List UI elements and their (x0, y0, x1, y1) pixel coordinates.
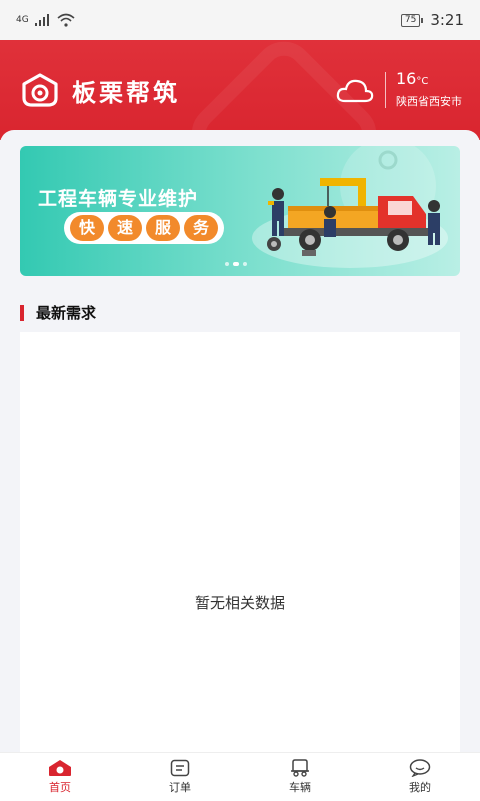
app-header: 板栗帮筑 16°C 陕西省西安市 (0, 40, 480, 140)
logo-icon (22, 73, 58, 107)
tab-orders[interactable]: 订单 (120, 753, 240, 801)
section-header: 最新需求 (20, 302, 96, 323)
wifi-icon (57, 13, 75, 27)
content-sheet: 工程车辆专业维护 快 速 服 务 最新需求 暂无相关数据 (0, 130, 480, 752)
banner-char: 务 (184, 215, 218, 241)
signal-icon (34, 14, 49, 26)
app-logo: 板栗帮筑 (20, 72, 180, 108)
carousel-indicator[interactable] (225, 262, 247, 266)
banner-char: 快 (70, 215, 104, 241)
network-type: 4G (16, 14, 29, 25)
truck-illustration (252, 146, 448, 268)
tab-vehicles-label: 车辆 (289, 781, 311, 794)
banner-char: 服 (146, 215, 180, 241)
tab-vehicles[interactable]: 车辆 (240, 753, 360, 801)
banner-char: 速 (108, 215, 142, 241)
cloud-icon (336, 79, 374, 102)
empty-state-text: 暂无相关数据 (194, 594, 285, 612)
promo-banner[interactable]: 工程车辆专业维护 快 速 服 务 (20, 146, 460, 276)
battery-icon: 75 (400, 13, 424, 27)
weather-divider (385, 71, 386, 108)
carousel-dot[interactable] (243, 262, 247, 266)
tab-profile[interactable]: 我的 (360, 753, 480, 801)
profile-icon (409, 759, 431, 777)
demand-list: 暂无相关数据 (20, 332, 460, 752)
section-title: 最新需求 (36, 304, 97, 322)
tab-home-label: 首页 (49, 781, 71, 794)
clock: 3:21 (430, 11, 464, 29)
carousel-dot[interactable] (225, 262, 229, 266)
section-accent-bar (20, 304, 24, 321)
tab-home[interactable]: 首页 (0, 753, 120, 801)
home-icon (49, 760, 71, 776)
app-title: 板栗帮筑 (72, 78, 180, 107)
bottom-tab-bar: 首页 订单 车辆 我的 (0, 752, 480, 801)
order-icon (170, 759, 190, 777)
weather-widget[interactable]: 16°C 陕西省西安市 (335, 70, 462, 109)
temperature: 16°C (396, 69, 429, 88)
tab-orders-label: 订单 (169, 781, 191, 794)
tab-profile-label: 我的 (409, 781, 431, 794)
city-label: 陕西省西安市 (396, 95, 462, 108)
carousel-dot-active[interactable] (233, 262, 239, 266)
status-bar: 4G 75 3:21 (0, 0, 480, 40)
banner-title: 工程车辆专业维护 (38, 188, 199, 210)
banner-subtitle: 快 速 服 务 (64, 212, 224, 244)
vehicle-icon (291, 759, 309, 777)
